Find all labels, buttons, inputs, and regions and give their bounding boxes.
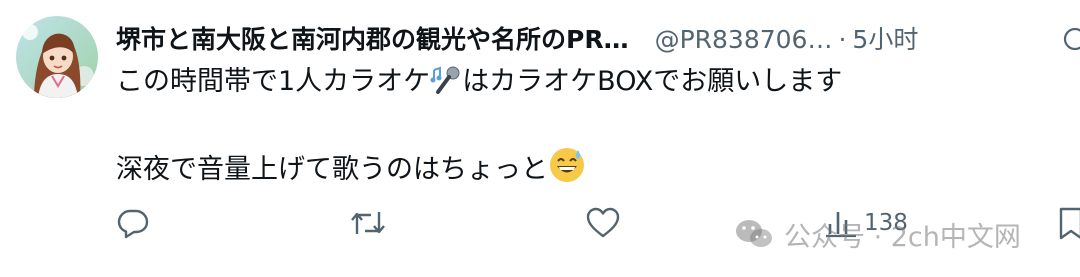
user-handle[interactable]: @PR838706…	[655, 20, 833, 60]
watermark-text: 公众号 · 2ch中文网	[784, 221, 1021, 253]
microphone-emoji-icon	[430, 64, 462, 106]
bookmark-icon	[1059, 207, 1080, 240]
reply-icon	[117, 209, 149, 239]
tweet-text-line-1: この時間帯で1人カラオケ はカラオケBOXでお願いします	[116, 64, 842, 106]
avatar-image	[16, 16, 98, 98]
display-name[interactable]: 堺市と南大阪と南河内郡の観光や名所のPR…	[116, 20, 629, 60]
bookmark-button[interactable]	[1056, 206, 1080, 242]
tweet-text-part: この時間帯で1人カラオケ	[116, 66, 431, 97]
like-button[interactable]	[585, 206, 621, 240]
tweet-text-line-2: 深夜で音量上げて歌うのはちょっと	[116, 146, 586, 194]
avatar[interactable]	[16, 16, 98, 98]
retweet-button[interactable]	[349, 206, 387, 240]
reply-button[interactable]	[116, 206, 150, 240]
grinning-sweat-emoji-icon	[548, 146, 586, 194]
heart-icon	[586, 207, 620, 238]
tweet-text-part: 深夜で音量上げて歌うのはちょっと	[116, 154, 548, 185]
wechat-icon	[736, 220, 772, 247]
separator-dot: ·	[838, 25, 847, 54]
timestamp[interactable]: 5小时	[852, 20, 918, 60]
tweet-text-part: はカラオケBOXでお願いします	[462, 66, 843, 97]
tweet-header: 堺市と南大阪と南河内郡の観光や名所のPR… @PR838706… · 5小时	[116, 20, 918, 60]
wechat-watermark: 公众号 · 2ch中文网	[734, 212, 1021, 256]
retweet-icon	[351, 212, 385, 234]
grok-icon[interactable]	[1062, 26, 1080, 56]
